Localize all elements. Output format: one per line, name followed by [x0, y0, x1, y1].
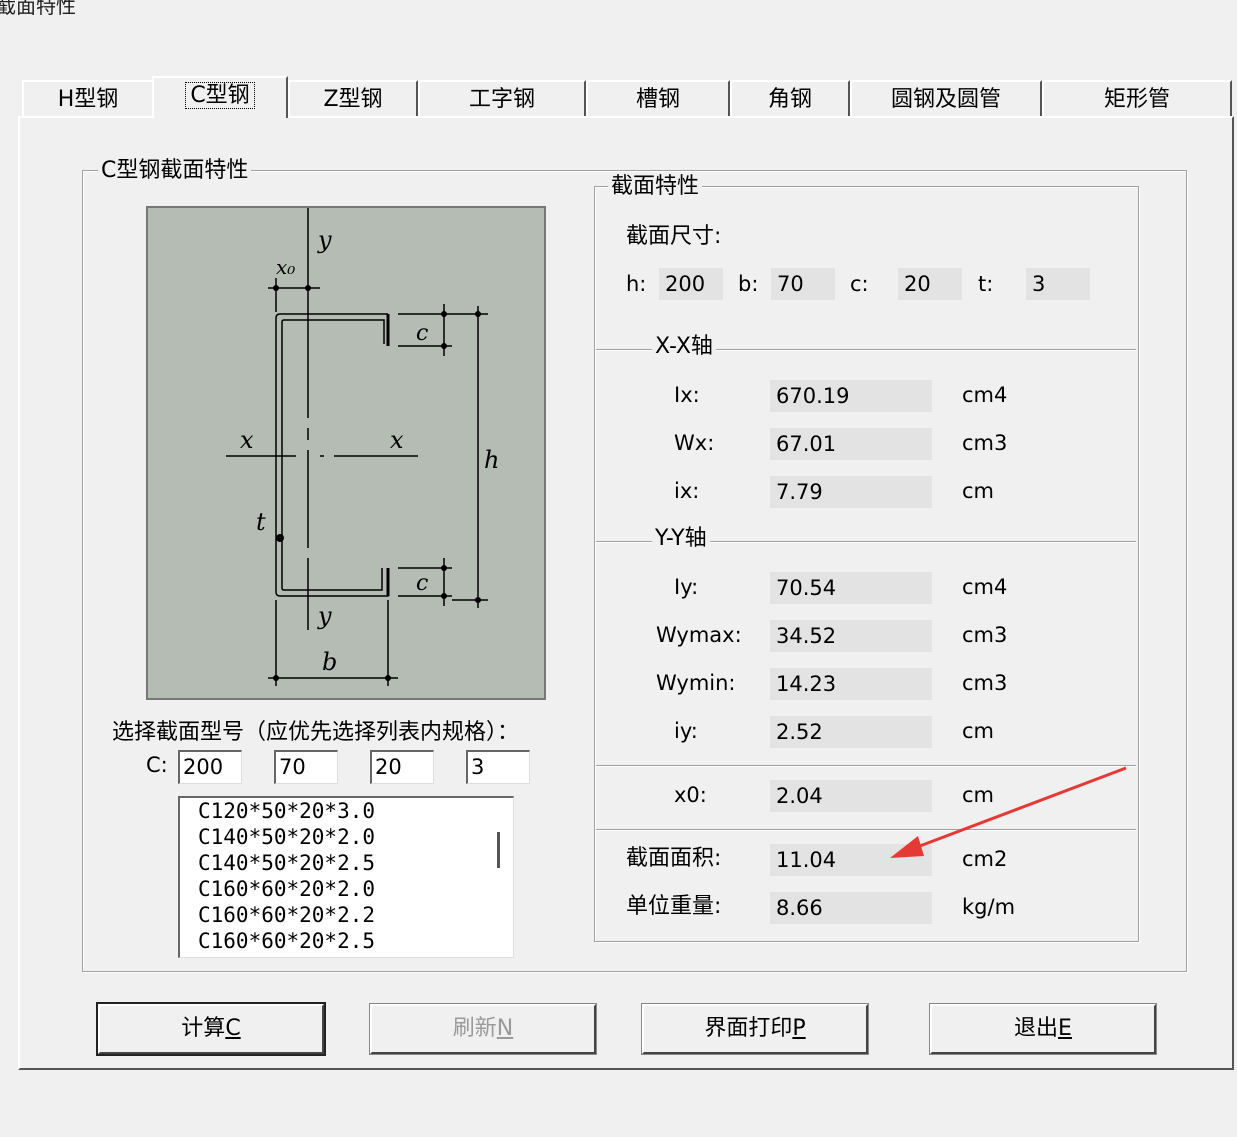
wymax-label: Wymax: [656, 623, 742, 647]
label-t: t [256, 508, 266, 536]
refresh-button[interactable]: 刷新N [369, 1003, 597, 1055]
label-c-top: c [416, 321, 428, 346]
select-section-label: 选择截面型号（应优先选择列表内规格）： [112, 720, 520, 745]
dim-c-value: 20 [898, 268, 962, 300]
input-h[interactable]: 200 [178, 750, 242, 784]
label-x-right: x [390, 426, 404, 454]
label-y-bottom: y [317, 602, 332, 630]
wymin-unit: cm3 [962, 671, 1008, 695]
tab-angle[interactable]: 角钢 [730, 80, 850, 116]
wx-unit: cm3 [962, 431, 1008, 455]
exit-button-key: E [1058, 1016, 1072, 1041]
iy-moment-value: 70.54 [770, 572, 932, 604]
dim-h-label: h: [626, 272, 647, 296]
window-title-bar: 截面特性 [0, 0, 1237, 28]
tab-i-beam[interactable]: 工字钢 [418, 80, 586, 116]
wymax-unit: cm3 [962, 623, 1008, 647]
wymin-value: 14.23 [770, 668, 932, 700]
tab-label: Z型钢 [323, 87, 383, 112]
calculate-button[interactable]: 计算C [96, 1002, 326, 1056]
tab-round-pipe[interactable]: 圆钢及圆管 [850, 80, 1042, 116]
c-prefix-label: C: [146, 753, 168, 777]
calculate-button-text: 计算 [181, 1016, 226, 1041]
tab-label: H型钢 [57, 87, 119, 112]
c-section-drawing: y y x x c c h t b x₀ [226, 208, 499, 686]
wymin-label: Wymin: [656, 671, 736, 695]
tab-channel[interactable]: 槽钢 [586, 80, 730, 116]
ix-moment-unit: cm4 [962, 383, 1008, 407]
print-button[interactable]: 界面打印P [641, 1003, 869, 1055]
dim-h-value: 200 [659, 268, 723, 300]
dim-b-value: 70 [771, 268, 835, 300]
label-y-top: y [317, 226, 332, 254]
exit-button[interactable]: 退出E [929, 1003, 1157, 1055]
tab-h-steel[interactable]: H型钢 [22, 80, 154, 116]
input-t[interactable]: 3 [466, 750, 530, 784]
c-section-diagram: y y x x c c h t b x₀ [146, 206, 546, 700]
left-group-title: C型钢截面特性 [98, 158, 252, 184]
iy-radius-label: iy: [674, 719, 698, 743]
list-item[interactable]: C160*60*20*2.5 [180, 928, 513, 954]
label-x0: x₀ [276, 255, 295, 279]
input-b[interactable]: 70 [274, 750, 338, 784]
print-button-key: P [792, 1016, 806, 1041]
tab-label: 槽钢 [635, 87, 680, 112]
dim-t-label: t: [978, 272, 994, 296]
ix-moment-value: 670.19 [770, 380, 932, 412]
exit-button-text: 退出 [1014, 1016, 1059, 1041]
xx-axis-title: X-X轴 [652, 334, 716, 360]
iy-moment-label: Iy: [674, 575, 699, 599]
scrollbar-thumb[interactable] [497, 832, 500, 868]
ix-moment-label: Ix: [674, 383, 700, 407]
tab-label: 角钢 [767, 87, 812, 112]
dim-c-label: c: [850, 272, 869, 296]
weight-label: 单位重量: [626, 894, 722, 919]
wymax-value: 34.52 [770, 620, 932, 652]
iy-radius-unit: cm [962, 719, 995, 743]
label-b: b [322, 648, 337, 676]
dim-t-value: 3 [1026, 268, 1090, 300]
annotation-arrow-icon [890, 766, 1127, 858]
list-item[interactable]: C160*60*20*2.2 [180, 902, 513, 928]
wx-label: Wx: [674, 431, 715, 455]
list-item[interactable]: C140*50*20*2.5 [180, 850, 513, 876]
right-group-title: 截面特性 [608, 174, 703, 200]
iy-moment-unit: cm4 [962, 575, 1008, 599]
list-item[interactable]: C120*50*20*3.0 [180, 798, 513, 824]
list-item[interactable]: C140*50*20*2.0 [180, 824, 513, 850]
label-c-bottom: c [416, 571, 428, 596]
weight-value: 8.66 [770, 892, 932, 924]
print-button-text: 界面打印 [704, 1016, 793, 1041]
refresh-button-text: 刷新 [452, 1016, 497, 1041]
iy-radius-value: 2.52 [770, 716, 932, 748]
tab-c-steel[interactable]: C型钢 [152, 76, 288, 118]
list-scrollbar[interactable] [483, 798, 513, 957]
tab-label: 矩形管 [1103, 87, 1170, 112]
section-spec-list[interactable]: C120*50*20*3.0 C140*50*20*2.0 C140*50*20… [178, 796, 514, 958]
ix-radius-label: ix: [674, 479, 700, 503]
list-item[interactable]: C160*60*20*2.0 [180, 876, 513, 902]
calculate-button-key: C [225, 1016, 241, 1041]
area-label: 截面面积: [626, 846, 722, 871]
tab-label: 圆钢及圆管 [890, 87, 1001, 112]
refresh-button-key: N [496, 1016, 514, 1041]
tab-rect-pipe[interactable]: 矩形管 [1042, 80, 1232, 116]
input-c[interactable]: 20 [370, 750, 434, 784]
tab-label: C型钢 [185, 82, 255, 109]
tab-label: 工字钢 [468, 87, 535, 112]
ix-radius-value: 7.79 [770, 476, 932, 508]
dims-label: 截面尺寸: [626, 224, 722, 249]
dim-b-label: b: [738, 272, 759, 296]
wx-value: 67.01 [770, 428, 932, 460]
label-h: h [484, 446, 499, 474]
yy-axis-title: Y-Y轴 [652, 526, 710, 552]
ix-radius-unit: cm [962, 479, 995, 503]
window-title: 截面特性 [0, 0, 76, 18]
weight-unit: kg/m [962, 895, 1016, 919]
label-x-left: x [240, 426, 254, 454]
x0-label: x0: [674, 783, 707, 807]
tab-z-steel[interactable]: Z型钢 [288, 80, 418, 116]
